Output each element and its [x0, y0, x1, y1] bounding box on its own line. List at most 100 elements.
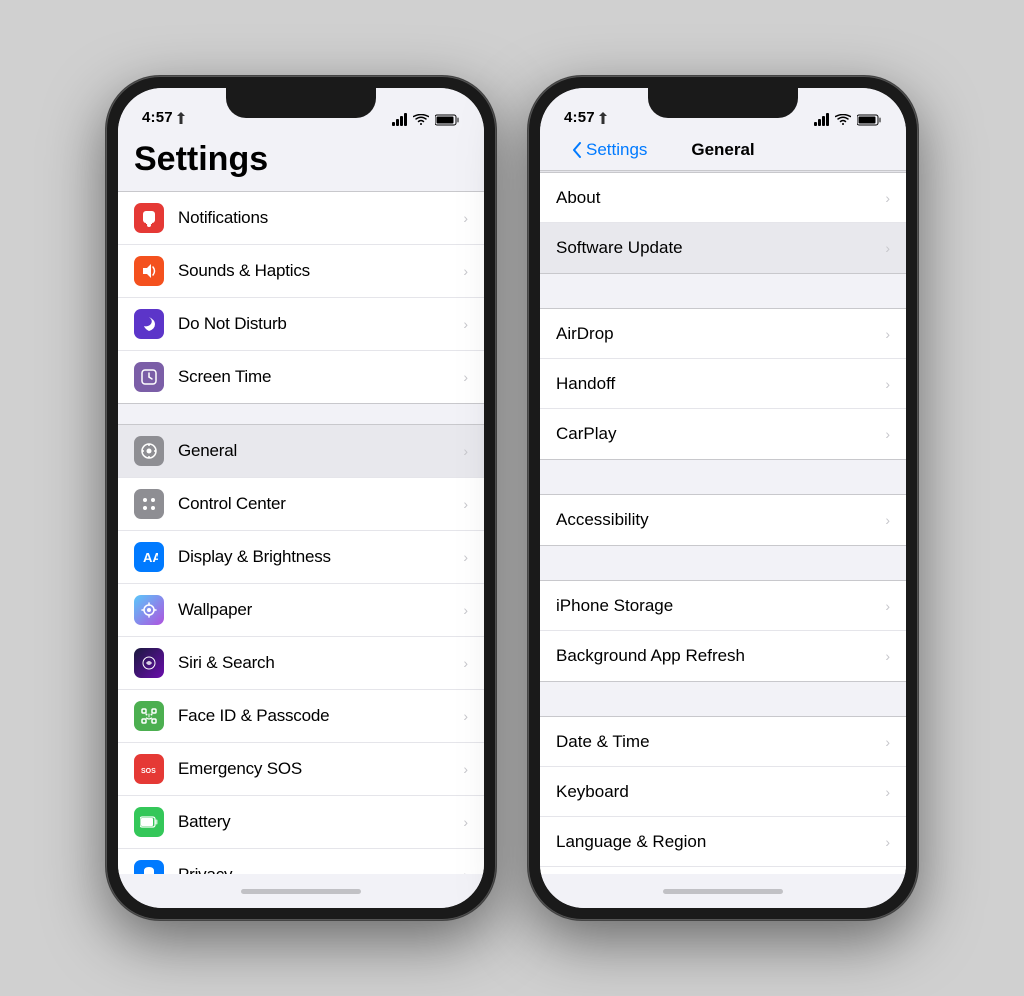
accessibility-section: Accessibility › [540, 494, 906, 546]
list-item[interactable]: General › [118, 425, 484, 478]
settings-scroll[interactable]: Settings Notifications › [118, 132, 484, 874]
chevron-icon: › [463, 655, 468, 671]
controlcenter-icon [134, 489, 164, 519]
phone1-screen: 4:57 [118, 88, 484, 908]
svg-text:SOS: SOS [141, 768, 156, 775]
chevron-icon: › [885, 190, 890, 206]
phone1-frame: 4:57 [106, 76, 496, 920]
battery-icon-2 [857, 114, 882, 126]
list-item[interactable]: Software Update › [540, 223, 906, 273]
list-item[interactable]: Dictionary › [540, 867, 906, 874]
list-item[interactable]: Language & Region › [540, 817, 906, 867]
datetime-section: Date & Time › Keyboard › Language & Regi… [540, 716, 906, 874]
notch [226, 88, 376, 118]
status-icons-2 [814, 113, 882, 126]
chevron-icon: › [463, 369, 468, 385]
display-label: Display & Brightness [178, 547, 455, 567]
display-icon: AA [134, 542, 164, 572]
list-item[interactable]: Sounds & Haptics › [118, 245, 484, 298]
screentime-label: Screen Time [178, 367, 455, 387]
chevron-icon: › [463, 210, 468, 226]
softwareupdate-label: Software Update [556, 238, 877, 258]
page-title: Settings [118, 132, 484, 183]
sos-label: Emergency SOS [178, 759, 455, 779]
faceid-label: Face ID & Passcode [178, 706, 455, 726]
screentime-icon [134, 362, 164, 392]
list-item[interactable]: Background App Refresh › [540, 631, 906, 681]
status-icons [392, 113, 460, 126]
signal-icon-2 [814, 113, 829, 126]
sounds-icon [134, 256, 164, 286]
iphonestorage-label: iPhone Storage [556, 596, 877, 616]
back-label: Settings [586, 140, 647, 160]
svg-text:AA: AA [143, 550, 158, 565]
notch [648, 88, 798, 118]
wifi-icon [413, 114, 429, 126]
faceid-icon [134, 701, 164, 731]
chevron-icon: › [885, 376, 890, 392]
list-item[interactable]: SOS Emergency SOS › [118, 743, 484, 796]
list-item[interactable]: Screen Time › [118, 351, 484, 403]
list-item[interactable]: Handoff › [540, 359, 906, 409]
chevron-icon: › [885, 834, 890, 850]
connectivity-section: AirDrop › Handoff › CarPlay › [540, 308, 906, 460]
siri-label: Siri & Search [178, 653, 455, 673]
home-indicator [118, 874, 484, 908]
list-item[interactable]: Control Center › [118, 478, 484, 531]
privacy-label: Privacy [178, 865, 455, 874]
list-item[interactable]: Accessibility › [540, 495, 906, 545]
battery-icon [435, 114, 460, 126]
datetime-label: Date & Time [556, 732, 877, 752]
notifications-icon [134, 203, 164, 233]
backgroundrefresh-label: Background App Refresh [556, 646, 877, 666]
phone2-screen: 4:57 [540, 88, 906, 908]
siri-icon [134, 648, 164, 678]
status-time-2: 4:57 [564, 109, 595, 126]
chevron-icon: › [463, 708, 468, 724]
list-item[interactable]: AirDrop › [540, 309, 906, 359]
list-item[interactable]: iPhone Storage › [540, 581, 906, 631]
list-item[interactable]: AA Display & Brightness › [118, 531, 484, 584]
sounds-label: Sounds & Haptics [178, 261, 455, 281]
chevron-icon: › [885, 734, 890, 750]
back-button[interactable]: Settings [572, 140, 647, 160]
chevron-icon: › [885, 326, 890, 342]
home-indicator-2 [540, 874, 906, 908]
list-item[interactable]: Privacy › [118, 849, 484, 874]
section-top: Notifications › Sounds & Haptics › [118, 191, 484, 404]
wallpaper-icon [134, 595, 164, 625]
general-scroll[interactable]: About › Software Update › AirDrop › Hand… [540, 171, 906, 874]
wifi-icon-2 [835, 114, 851, 126]
donotdisturb-icon [134, 309, 164, 339]
phone2-frame: 4:57 [528, 76, 918, 920]
list-item[interactable]: About › [540, 173, 906, 223]
chevron-icon: › [463, 316, 468, 332]
wallpaper-label: Wallpaper [178, 600, 455, 620]
list-item[interactable]: Wallpaper › [118, 584, 484, 637]
list-item[interactable]: Do Not Disturb › [118, 298, 484, 351]
list-item[interactable]: Date & Time › [540, 717, 906, 767]
list-item[interactable]: Siri & Search › [118, 637, 484, 690]
chevron-icon: › [463, 814, 468, 830]
chevron-icon: › [885, 426, 890, 442]
battery-row-icon [134, 807, 164, 837]
privacy-icon [134, 860, 164, 874]
chevron-icon: › [463, 263, 468, 279]
list-item[interactable]: Keyboard › [540, 767, 906, 817]
location-icon-2 [599, 112, 607, 124]
page-title-general: General [691, 140, 754, 160]
chevron-icon: › [463, 496, 468, 512]
list-item[interactable]: Battery › [118, 796, 484, 849]
list-item[interactable]: Face ID & Passcode › [118, 690, 484, 743]
sos-icon: SOS [134, 754, 164, 784]
chevron-icon: › [463, 867, 468, 874]
list-item[interactable]: Notifications › [118, 192, 484, 245]
about-section: About › Software Update › [540, 172, 906, 274]
signal-icon [392, 113, 407, 126]
location-icon [177, 112, 185, 124]
keyboard-label: Keyboard [556, 782, 877, 802]
handoff-label: Handoff [556, 374, 877, 394]
airdrop-label: AirDrop [556, 324, 877, 344]
chevron-icon: › [463, 443, 468, 459]
list-item[interactable]: CarPlay › [540, 409, 906, 459]
